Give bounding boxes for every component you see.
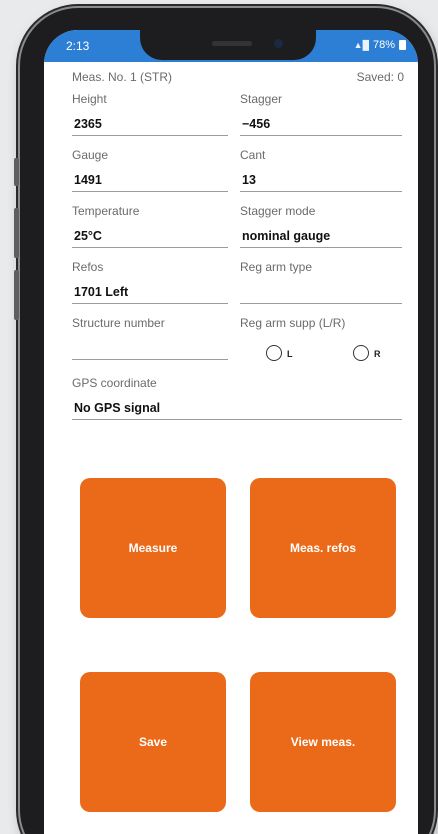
gauge-field[interactable]: 1491 bbox=[72, 170, 228, 192]
structure-number-label: Structure number bbox=[72, 316, 165, 330]
volume-up-button bbox=[14, 208, 19, 258]
temperature-field[interactable]: 25°C bbox=[72, 226, 228, 248]
reg-arm-type-field[interactable] bbox=[240, 282, 402, 304]
camera-notch bbox=[140, 30, 316, 60]
reg-arm-supp-left-label: L bbox=[287, 349, 293, 359]
stagger-mode-label: Stagger mode bbox=[240, 204, 316, 218]
height-field[interactable]: 2365 bbox=[72, 114, 228, 136]
status-time: 2:13 bbox=[66, 39, 90, 53]
stagger-label: Stagger bbox=[240, 92, 283, 106]
reg-arm-supp-right-radio[interactable] bbox=[353, 345, 369, 361]
reg-arm-supp-right-label: R bbox=[374, 349, 381, 359]
saved-count: Saved: 0 bbox=[356, 70, 404, 84]
mute-switch bbox=[14, 158, 19, 186]
refos-label: Refos bbox=[72, 260, 104, 274]
battery-icon bbox=[399, 40, 406, 50]
signal-icon: ▲█ bbox=[353, 40, 369, 50]
measure-button[interactable]: Measure bbox=[80, 478, 226, 618]
app-screen: 2:13 ▲█ 78% Meas. No. 1 (STR) Saved: 0 H… bbox=[44, 30, 418, 834]
speaker-grille bbox=[212, 41, 252, 46]
gauge-label: Gauge bbox=[72, 148, 109, 162]
meas-refos-button[interactable]: Meas. refos bbox=[250, 478, 396, 618]
view-meas-button[interactable]: View meas. bbox=[250, 672, 396, 812]
status-indicators: ▲█ 78% bbox=[354, 39, 406, 51]
cant-field[interactable]: 13 bbox=[240, 170, 402, 192]
reg-arm-supp-left-radio[interactable] bbox=[266, 345, 282, 361]
temperature-label: Temperature bbox=[72, 204, 140, 218]
gps-field[interactable]: No GPS signal bbox=[72, 398, 402, 420]
gps-label: GPS coordinate bbox=[72, 376, 157, 390]
meas-number-label: Meas. No. 1 (STR) bbox=[72, 70, 173, 84]
stagger-mode-field[interactable]: nominal gauge bbox=[240, 226, 402, 248]
reg-arm-type-label: Reg arm type bbox=[240, 260, 313, 274]
battery-percentage: 78% bbox=[372, 39, 395, 51]
structure-number-field[interactable] bbox=[72, 338, 228, 360]
save-button[interactable]: Save bbox=[80, 672, 226, 812]
refos-field[interactable]: 1701 Left bbox=[72, 282, 228, 304]
cant-label: Cant bbox=[240, 148, 266, 162]
reg-arm-supp-label: Reg arm supp (L/R) bbox=[240, 316, 346, 330]
stagger-field[interactable]: −456 bbox=[240, 114, 402, 136]
front-camera bbox=[274, 39, 283, 48]
height-label: Height bbox=[72, 92, 107, 106]
volume-down-button bbox=[14, 270, 19, 320]
